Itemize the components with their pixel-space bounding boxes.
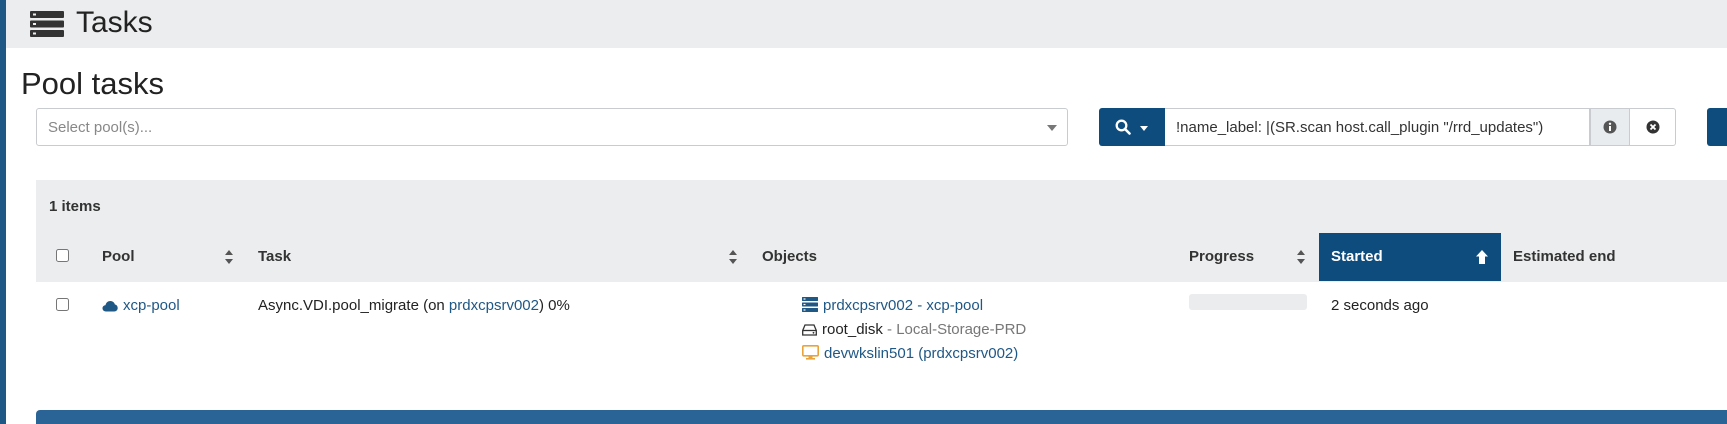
row-task-name: Async.VDI.pool_migrate (on	[258, 297, 449, 314]
column-pool[interactable]: Pool	[102, 248, 135, 265]
column-objects: Objects	[762, 248, 818, 265]
cloud-icon	[102, 301, 118, 312]
filter-action-button[interactable]	[1707, 108, 1727, 146]
row-task-host-link[interactable]: prdxcpsrv002	[449, 297, 539, 314]
server-icon	[802, 297, 818, 312]
tasks-icon	[30, 11, 64, 37]
filter-info-button[interactable]	[1590, 108, 1630, 146]
items-count: 1 items	[49, 198, 101, 215]
info-icon	[1603, 120, 1617, 134]
row-pool-link[interactable]: xcp-pool	[102, 297, 180, 314]
header-title: Tasks	[76, 6, 153, 39]
desktop-icon	[802, 345, 819, 360]
row-task-progress-text: ) 0%	[538, 297, 570, 314]
select-all-checkbox[interactable]	[56, 249, 69, 262]
object-host-link[interactable]: prdxcpsrv002 - xcp-pool	[802, 297, 983, 314]
chevron-down-icon	[1047, 125, 1057, 131]
column-estimated-end: Estimated end	[1513, 248, 1616, 265]
bottom-panel	[36, 410, 1727, 424]
column-started-label: Started	[1331, 248, 1383, 265]
disk-icon	[802, 324, 817, 336]
row-task: Async.VDI.pool_migrate (on prdxcpsrv002)…	[258, 297, 570, 314]
row-progress-bar	[1189, 294, 1307, 310]
left-rail	[0, 0, 6, 424]
object-disk: root_disk - Local-Storage-PRD	[802, 321, 1026, 338]
object-host-name: prdxcpsrv002 - xcp-pool	[823, 297, 984, 314]
pool-select[interactable]: Select pool(s)...	[36, 108, 1068, 146]
object-vm-link[interactable]: devwkslin501 (prdxcpsrv002)	[802, 345, 1018, 362]
column-task[interactable]: Task	[258, 248, 291, 265]
search-menu-button[interactable]	[1099, 108, 1165, 146]
column-progress[interactable]: Progress	[1189, 248, 1254, 265]
search-input[interactable]	[1165, 108, 1590, 146]
object-disk-sr: - Local-Storage-PRD	[887, 321, 1027, 338]
column-started[interactable]: Started	[1319, 233, 1501, 281]
sort-icon[interactable]	[224, 249, 234, 265]
close-icon	[1646, 120, 1659, 134]
header-bar: Tasks	[6, 0, 1727, 48]
row-checkbox[interactable]	[56, 298, 69, 311]
page-title: Pool tasks	[21, 66, 165, 101]
sort-icon[interactable]	[728, 249, 738, 265]
caret-down-icon	[1140, 126, 1148, 131]
search-icon	[1115, 119, 1131, 135]
sort-icon[interactable]	[1296, 249, 1306, 265]
object-vm-name: devwkslin501 (prdxcpsrv002)	[824, 345, 1019, 362]
clear-filter-button[interactable]	[1630, 108, 1676, 146]
arrow-up-icon	[1476, 250, 1488, 264]
pool-select-placeholder: Select pool(s)...	[48, 119, 153, 136]
row-pool-name: xcp-pool	[123, 297, 180, 314]
row-started: 2 seconds ago	[1331, 297, 1429, 314]
object-disk-name: root_disk	[822, 321, 883, 338]
